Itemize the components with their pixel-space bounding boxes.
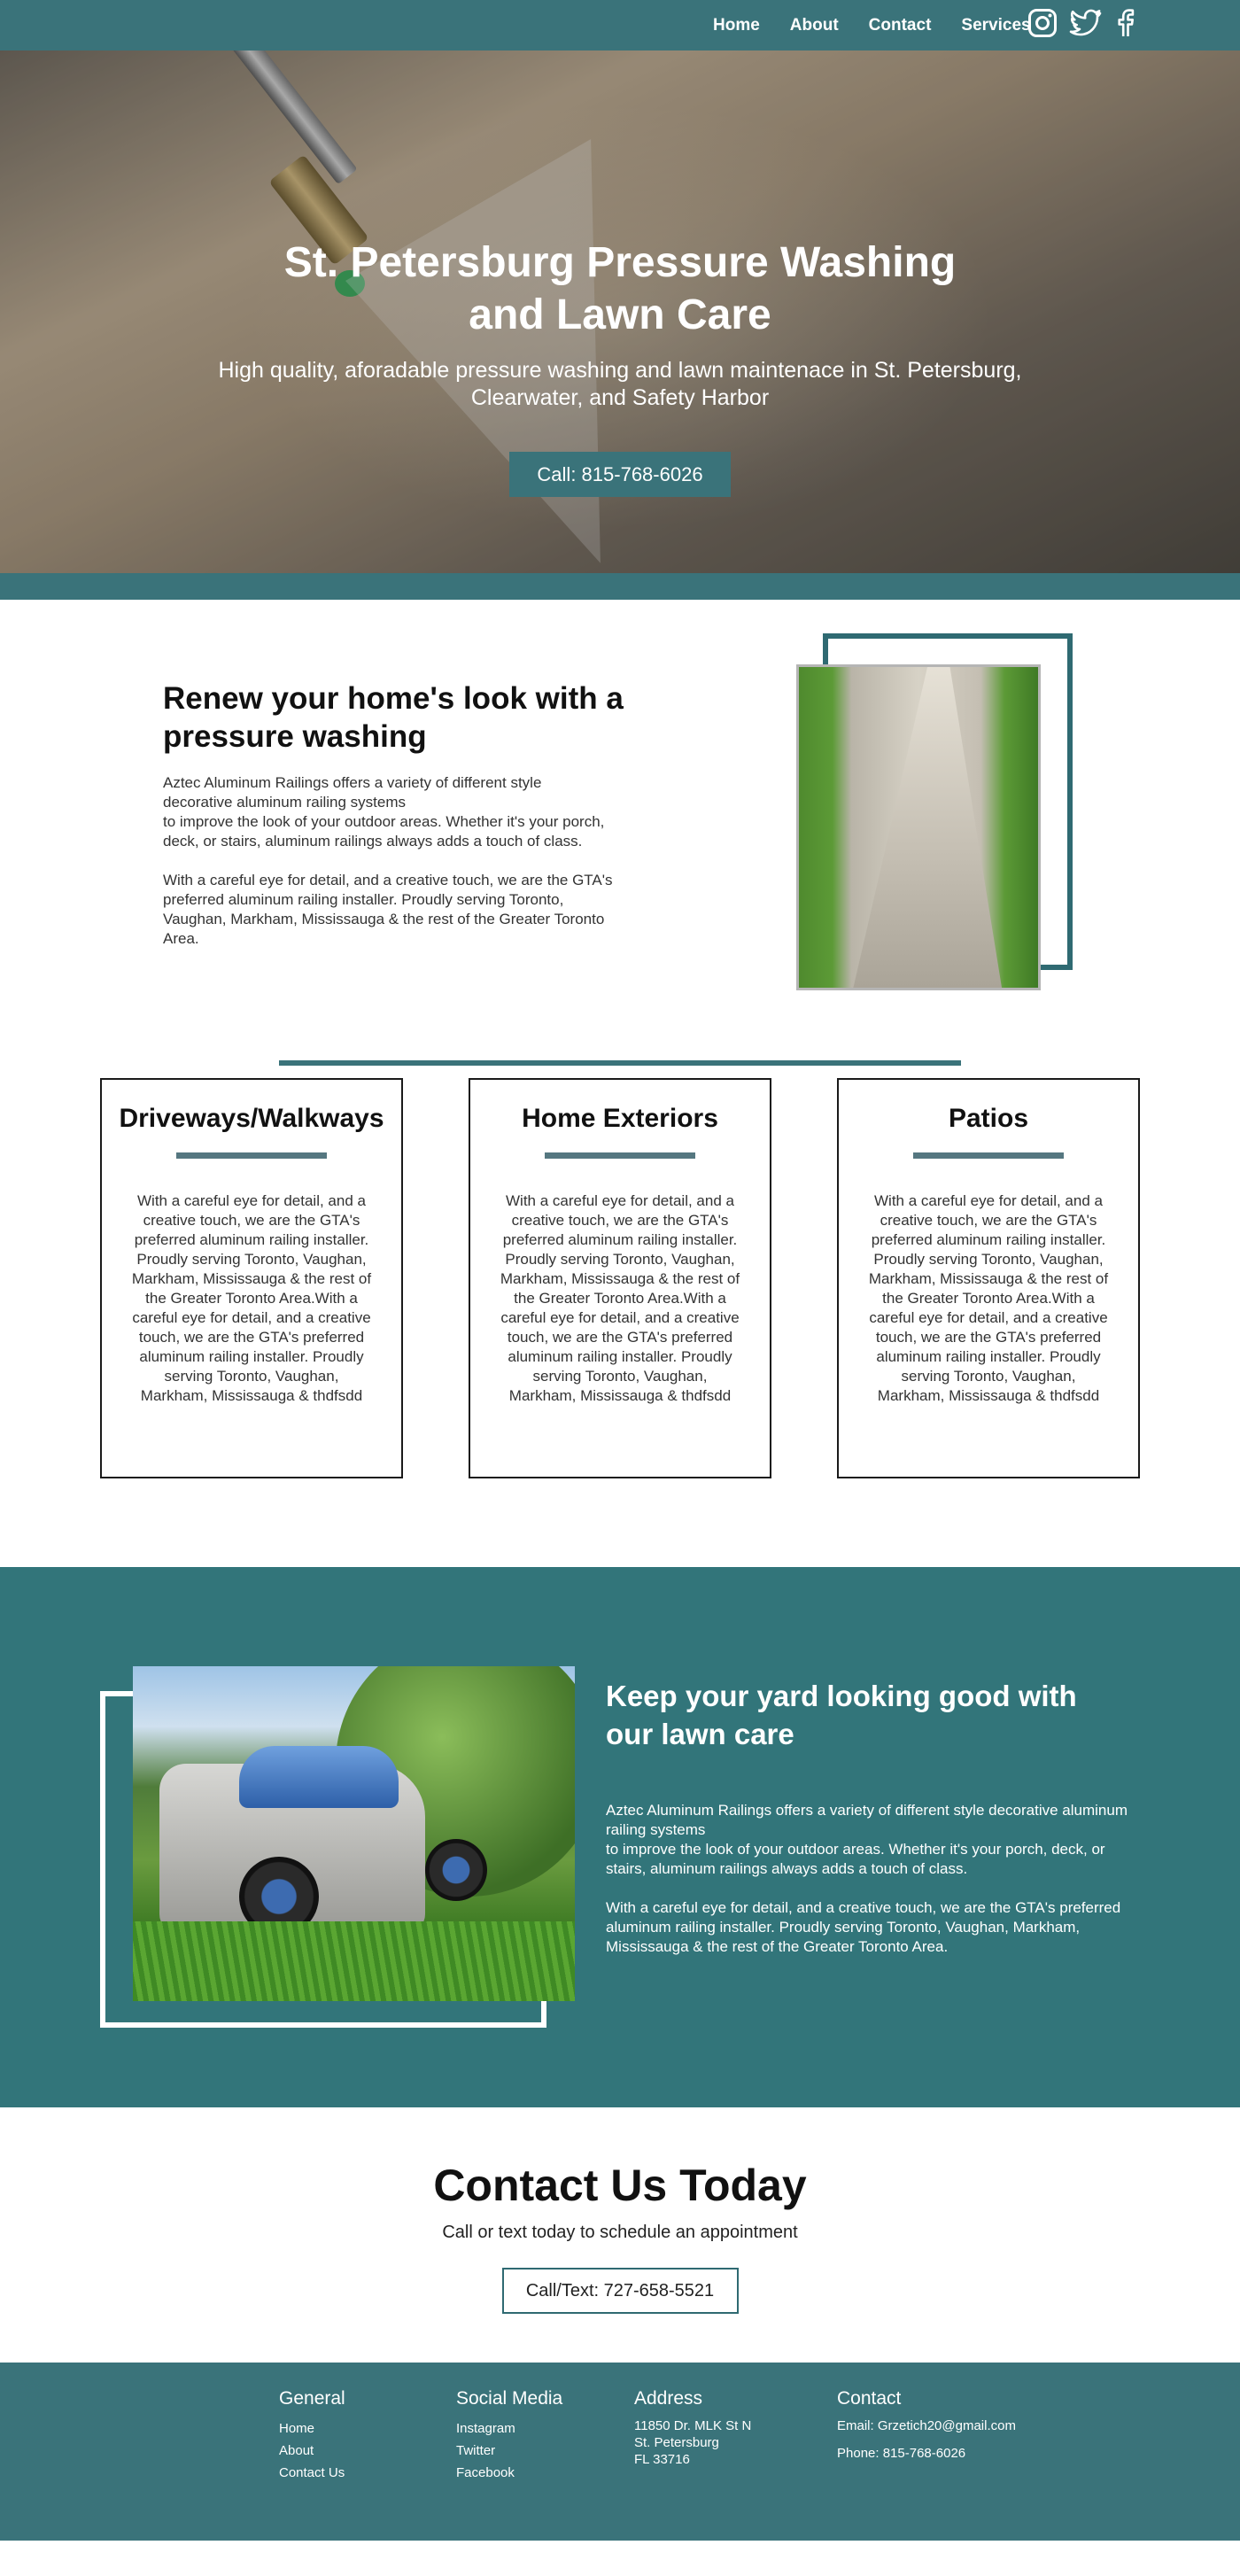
footer-contact-us-link[interactable]: Contact Us <box>279 2462 345 2484</box>
footer-address-line-3: FL 33716 <box>634 2452 690 2467</box>
pressure-washing-heading: Renew your home's look with a pressure w… <box>163 681 624 754</box>
footer-address-column: Address 11850 Dr. MLK St N St. Petersbur… <box>634 2387 751 2468</box>
facebook-icon[interactable] <box>1114 8 1135 43</box>
service-card-underline <box>176 1152 327 1159</box>
lawn-mower-photo <box>133 1666 575 2001</box>
pressure-washing-body: Aztec Aluminum Railings offers a variety… <box>163 773 615 949</box>
pressure-washing-paragraph-2: With a careful eye for detail, and a cre… <box>163 872 613 947</box>
service-card-title: Driveways/Walkways <box>119 1104 384 1133</box>
contact-subtitle: Call or text today to schedule an appoin… <box>442 2223 798 2242</box>
service-card-home-exteriors: Home Exteriors With a careful eye for de… <box>469 1078 771 1478</box>
footer-instagram-link[interactable]: Instagram <box>456 2417 562 2440</box>
lawn-care-line-2: to improve the look of your outdoor area… <box>606 1841 1105 1877</box>
service-card-driveways: Driveways/Walkways With a careful eye fo… <box>100 1078 403 1478</box>
nav-about-link[interactable]: About <box>790 16 839 35</box>
hero-call-button[interactable]: Call: 815-768-6026 <box>509 452 731 497</box>
footer-address-line-2: St. Petersburg <box>634 2435 719 2450</box>
lawn-photo-wheel <box>425 1839 487 1901</box>
footer: General Home About Contact Us Social Med… <box>0 2363 1240 2541</box>
service-card-text: With a careful eye for detail, and a cre… <box>868 1192 1109 1404</box>
contact-section: Contact Us Today Call or text today to s… <box>0 2107 1240 2363</box>
contact-call-button[interactable]: Call/Text: 727-658-5521 <box>501 2268 739 2314</box>
footer-social-heading: Social Media <box>456 2388 563 2409</box>
nav-links: Home About Contact Services <box>713 0 1031 50</box>
nav-contact-link[interactable]: Contact <box>869 16 932 35</box>
instagram-icon[interactable] <box>1027 8 1058 43</box>
lawn-care-heading: Keep your yard looking good with our law… <box>606 1680 1077 1750</box>
twitter-icon[interactable] <box>1069 8 1103 43</box>
footer-social-column: Social Media Instagram Twitter Facebook <box>456 2387 562 2484</box>
top-nav: Home About Contact Services <box>0 0 1240 50</box>
services-section: Driveways/Walkways With a careful eye fo… <box>0 1016 1240 1567</box>
footer-twitter-link[interactable]: Twitter <box>456 2440 562 2462</box>
service-card-underline <box>545 1152 695 1159</box>
hero-section: St. Petersburg Pressure Washing and Lawn… <box>0 50 1240 573</box>
footer-contact-column: Contact Email: Grzetich20@gmail.com Phon… <box>837 2387 1016 2472</box>
lawn-care-line-1: Aztec Aluminum Railings offers a variety… <box>606 1802 1128 1838</box>
footer-address-line-1: 11850 Dr. MLK St N <box>634 2418 752 2433</box>
service-card-patios: Patios With a careful eye for detail, an… <box>837 1078 1140 1478</box>
social-icons <box>1027 8 1135 43</box>
lawn-care-body: Aztec Aluminum Railings offers a variety… <box>606 1801 1137 1957</box>
footer-home-link[interactable]: Home <box>279 2417 345 2440</box>
hero-bottom-strip <box>0 573 1240 600</box>
pressure-washing-section: Renew your home's look with a pressure w… <box>0 600 1240 1066</box>
lawn-care-section: Keep your yard looking good with our law… <box>0 1567 1240 2107</box>
lawn-photo-grass <box>133 1921 575 2001</box>
hero-content: St. Petersburg Pressure Washing and Lawn… <box>0 237 1240 497</box>
footer-facebook-link[interactable]: Facebook <box>456 2462 562 2484</box>
pressure-washing-line-1: Aztec Aluminum Railings offers a variety… <box>163 774 542 811</box>
service-card-text: With a careful eye for detail, and a cre… <box>500 1192 740 1404</box>
footer-general-column: General Home About Contact Us <box>279 2387 345 2484</box>
footer-general-heading: General <box>279 2388 345 2409</box>
lawn-care-paragraph-1: Aztec Aluminum Railings offers a variety… <box>606 1801 1137 1879</box>
pressure-washing-line-2: to improve the look of your outdoor area… <box>163 813 605 850</box>
nav-services-link[interactable]: Services <box>961 16 1030 35</box>
hero-subtitle: High quality, aforadable pressure washin… <box>218 358 1022 410</box>
footer-address-heading: Address <box>634 2388 703 2409</box>
footer-email[interactable]: Email: Grzetich20@gmail.com <box>837 2417 1016 2434</box>
walkway-photo <box>796 664 1041 990</box>
contact-heading: Contact Us Today <box>433 2161 807 2210</box>
service-card-underline <box>913 1152 1064 1159</box>
service-card-title: Patios <box>948 1104 1029 1133</box>
nav-home-link[interactable]: Home <box>713 16 760 35</box>
footer-about-link[interactable]: About <box>279 2440 345 2462</box>
walkway-path <box>852 667 1003 988</box>
service-card-text: With a careful eye for detail, and a cre… <box>131 1192 372 1404</box>
service-card-title: Home Exteriors <box>522 1104 718 1133</box>
hero-title: St. Petersburg Pressure Washing and Lawn… <box>283 239 957 338</box>
lawn-photo-mower-hood <box>239 1746 399 1808</box>
lawn-care-paragraph-2: With a careful eye for detail, and a cre… <box>606 1899 1121 1955</box>
footer-contact-heading: Contact <box>837 2388 902 2409</box>
footer-phone[interactable]: Phone: 815-768-6026 <box>837 2445 1016 2462</box>
pressure-washing-paragraph-1: Aztec Aluminum Railings offers a variety… <box>163 773 615 851</box>
